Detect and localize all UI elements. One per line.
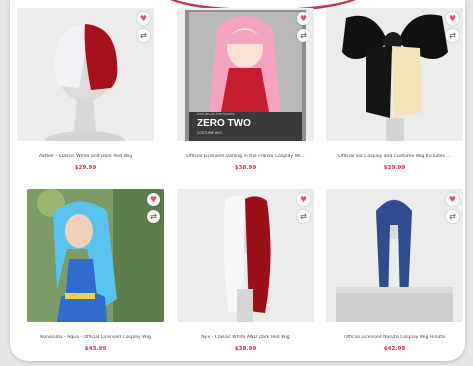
product-grid-frame: ♥ ⇄ Aether - Classic White and Dark Red … (10, 0, 465, 361)
box-subtitle: COSTUME WIG (197, 131, 222, 135)
heart-icon[interactable]: ♥ (147, 193, 160, 206)
heart-icon[interactable]: ♥ (446, 193, 459, 206)
product-image[interactable]: ♥ ⇄ (27, 189, 164, 322)
product-image[interactable]: ♥ ⇄ (326, 8, 463, 141)
product-price: $29.99 (74, 165, 97, 171)
box-title: ZERO TWO (197, 118, 251, 129)
product-title[interactable]: Official Licensed Naruto Cosplay Wig Hin… (326, 335, 463, 340)
heart-icon[interactable]: ♥ (446, 12, 459, 25)
compare-icon[interactable]: ⇄ (446, 29, 459, 42)
heart-icon[interactable]: ♥ (297, 12, 310, 25)
compare-icon[interactable]: ⇄ (297, 29, 310, 42)
heart-icon[interactable]: ♥ (297, 193, 310, 206)
compare-icon[interactable]: ⇄ (137, 29, 150, 42)
product-title[interactable]: Nyx - Classic White AND Dark Red Wig (177, 335, 314, 340)
product-price: $38.99 (234, 346, 257, 352)
product-image[interactable]: ♥ ⇄ (326, 189, 463, 322)
product-title[interactable]: Official Sia Cosplay and Costume Wig Inc… (326, 154, 463, 159)
product-card[interactable]: ♥ ⇄ Konosuba - Aqua - Official Licensed … (27, 189, 164, 360)
product-image[interactable]: DARLING IN THE FRANXX ZERO TWO COSTUME W… (177, 8, 314, 141)
product-price: $43.99 (84, 346, 107, 352)
compare-icon[interactable]: ⇄ (297, 210, 310, 223)
product-title[interactable]: Konosuba - Aqua - Official Licensed Cosp… (27, 335, 164, 340)
product-card[interactable]: ♥ ⇄ Nyx - Classic White AND Dark Red Wig… (177, 189, 314, 360)
heart-icon[interactable]: ♥ (137, 12, 150, 25)
product-card[interactable]: ♥ ⇄ Aether - Classic White and Dark Red … (17, 8, 154, 179)
product-image[interactable]: ♥ ⇄ (17, 8, 154, 141)
product-price: $29.99 (383, 165, 406, 171)
product-card[interactable]: DARLING IN THE FRANXX ZERO TWO COSTUME W… (177, 8, 314, 179)
product-card[interactable]: ♥ ⇄ Official Sia Cosplay and Costume Wig… (326, 8, 463, 179)
compare-icon[interactable]: ⇄ (147, 210, 160, 223)
product-card[interactable]: ♥ ⇄ Official Licensed Naruto Cosplay Wig… (326, 189, 463, 360)
product-price: $38.99 (234, 165, 257, 171)
product-price: $42.99 (383, 346, 406, 352)
product-title[interactable]: Official Licensed Darling in the Franxx … (177, 154, 314, 159)
compare-icon[interactable]: ⇄ (446, 210, 459, 223)
box-series-label: DARLING IN THE FRANXX (197, 112, 235, 116)
product-title[interactable]: Aether - Classic White and Dark Red Wig (17, 154, 154, 159)
product-image[interactable]: ♥ ⇄ (177, 189, 314, 322)
